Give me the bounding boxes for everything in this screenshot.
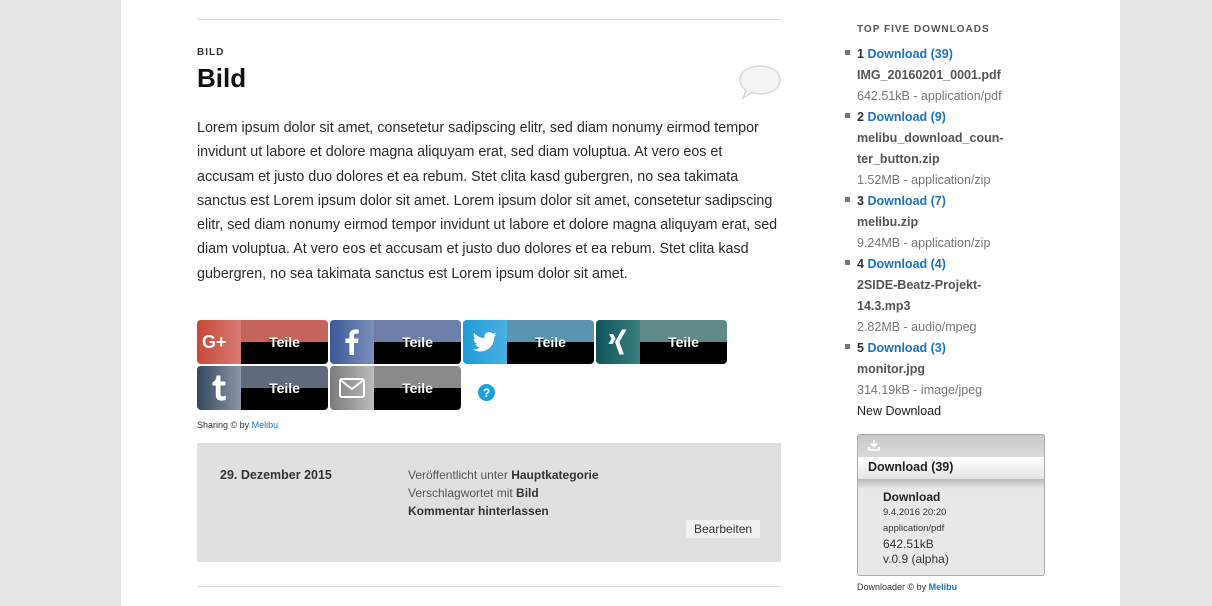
share-label: Teile (402, 380, 433, 396)
rank: 3 (857, 194, 864, 208)
leave-comment-link[interactable]: Kommentar hinterlassen (408, 504, 549, 518)
download-link[interactable]: Download (3) (867, 341, 945, 355)
share-twitter-button[interactable]: Teile (463, 320, 594, 364)
post-body: Lorem ipsum dolor sit amet, consetetur s… (197, 120, 778, 282)
share-label: Teile (535, 334, 566, 350)
bullet-icon (845, 260, 850, 265)
file-info: 2.82MB - audio/mpeg (857, 320, 977, 334)
widget-shade (858, 479, 1044, 489)
share-google-plus-button[interactable]: G+ Teile (197, 320, 328, 364)
category-link[interactable]: Hauptkategorie (511, 468, 598, 482)
rank: 2 (857, 110, 864, 124)
tagged-with: Verschlagwortet mit Bild (408, 486, 539, 500)
list-item: 1 Download (39) IMG_20160201_0001.pdf 64… (845, 44, 1025, 107)
post-title[interactable]: Bild (197, 63, 246, 94)
file-name: melibu_download_coun-ter_button.zip (857, 131, 1004, 166)
sharing-credit-prefix: Sharing © by (197, 420, 252, 430)
post-date[interactable]: 29. Dezember 2015 (220, 468, 332, 482)
file-info: 9.24MB - application/zip (857, 236, 991, 250)
downloader-credit-link[interactable]: Melibu (929, 582, 958, 592)
share-tumblr-button[interactable]: Teile (197, 366, 328, 410)
widget-top (858, 435, 1044, 457)
sharing-credit: Sharing © by Melibu (197, 420, 278, 430)
sidebar-heading: TOP FIVE DOWNLOADS (857, 24, 990, 35)
comment-bubble-icon[interactable] (738, 64, 782, 105)
download-link[interactable]: Download (4) (867, 257, 945, 271)
widget-mime: application/pdf (883, 523, 945, 534)
help-icon[interactable]: ? (478, 384, 495, 401)
page: BILD Bild Lorem ipsum dolor sit amet, co… (121, 0, 1120, 606)
rank: 4 (857, 257, 864, 271)
share-facebook-button[interactable]: Teile (330, 320, 461, 364)
widget-date: 9.4.2016 20:20 (883, 507, 947, 518)
download-widget: Download (39) Download 9.4.2016 20:20 ap… (857, 434, 1045, 576)
downloader-credit: Downloader © by Melibu (857, 582, 957, 592)
widget-version: v.0.9 (alpha) (883, 552, 949, 566)
top-downloads-list: 1 Download (39) IMG_20160201_0001.pdf 64… (845, 44, 1025, 401)
share-label: Teile (668, 334, 699, 350)
list-item: 4 Download (4) 2SIDE-Beatz-Projekt-14.3.… (845, 254, 1025, 338)
list-item: 3 Download (7) melibu.zip 9.24MB - appli… (845, 191, 1025, 254)
xing-icon (596, 320, 640, 364)
file-name: monitor.jpg (857, 362, 926, 376)
file-name: melibu.zip (857, 215, 919, 229)
rank: 5 (857, 341, 864, 355)
share-email-button[interactable]: Teile (330, 366, 461, 410)
published-prefix: Veröffentlicht unter (408, 468, 512, 482)
bullet-icon (845, 113, 850, 118)
bottom-divider (197, 586, 781, 587)
google-plus-icon: G+ (197, 320, 241, 364)
widget-title: Download (883, 490, 941, 504)
sharing-credit-link[interactable]: Melibu (252, 420, 279, 430)
widget-size: 642.51kB (883, 537, 934, 551)
facebook-icon (330, 320, 374, 364)
tumblr-icon (197, 366, 241, 410)
email-icon (330, 366, 374, 410)
list-item: 5 Download (3) monitor.jpg 314.19kB - im… (845, 338, 1025, 401)
downloader-credit-prefix: Downloader © by (857, 582, 929, 592)
file-name: 2SIDE-Beatz-Projekt-14.3.mp3 (857, 278, 982, 313)
tag-link[interactable]: Bild (516, 486, 539, 500)
edit-button[interactable]: Bearbeiten (686, 520, 761, 538)
download-link[interactable]: Download (7) (867, 194, 945, 208)
widget-info: Download 9.4.2016 20:20 application/pdf … (883, 489, 1043, 567)
list-item: 2 Download (9) melibu_download_coun-ter_… (845, 107, 1025, 191)
tagged-prefix: Verschlagwortet mit (408, 486, 517, 500)
category-label[interactable]: BILD (197, 47, 224, 58)
share-label: Teile (402, 334, 433, 350)
rank: 1 (857, 47, 864, 61)
share-label: Teile (269, 334, 300, 350)
file-info: 642.51kB - application/pdf (857, 89, 1002, 103)
file-info: 1.52MB - application/zip (857, 173, 991, 187)
new-download-title: New Download (857, 404, 942, 418)
top-divider (197, 19, 781, 20)
svg-text:G+: G+ (202, 332, 227, 352)
bullet-icon (845, 50, 850, 55)
widget-download-button[interactable]: Download (39) (858, 457, 1044, 479)
file-name: IMG_20160201_0001.pdf (857, 68, 1001, 82)
share-label: Teile (269, 380, 300, 396)
share-xing-button[interactable]: Teile (596, 320, 727, 364)
file-info: 314.19kB - image/jpeg (857, 383, 983, 397)
bullet-icon (845, 344, 850, 349)
bullet-icon (845, 197, 850, 202)
entry-meta: 29. Dezember 2015 Veröffentlicht unter H… (197, 443, 781, 562)
download-link[interactable]: Download (39) (867, 47, 952, 61)
published-in: Veröffentlicht unter Hauptkategorie (408, 468, 599, 482)
download-link[interactable]: Download (9) (867, 110, 945, 124)
download-arrow-icon (868, 440, 880, 451)
twitter-icon (463, 320, 507, 364)
